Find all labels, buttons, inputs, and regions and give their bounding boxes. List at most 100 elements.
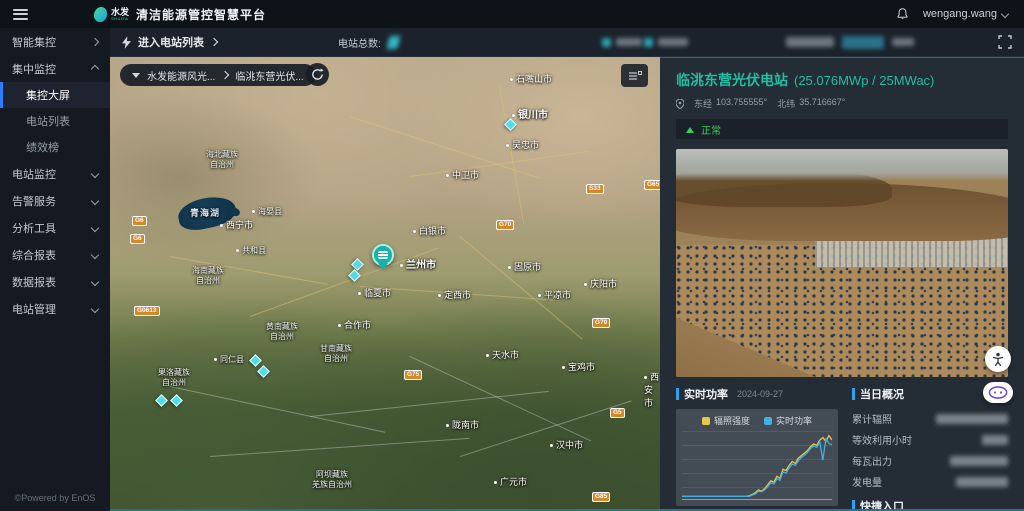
- notification-bell-icon[interactable]: [896, 7, 909, 21]
- logo-subtext: SHUIFA: [111, 17, 129, 21]
- stat-row: 每瓦出力: [852, 450, 1008, 471]
- brand-logo: 水发 SHUIFA: [94, 7, 129, 22]
- hamburger-menu-icon[interactable]: [13, 9, 28, 20]
- sidebar-item-control-dashboard[interactable]: 集控大屏: [0, 82, 110, 108]
- chevron-down-icon: [91, 169, 99, 177]
- station-marker-icon[interactable]: [257, 365, 270, 378]
- stat-value-blurred: [936, 414, 1008, 424]
- sidebar-item-label: 集中监控: [12, 61, 56, 77]
- station-pin-icon: [378, 251, 388, 259]
- top-toolbar: 进入电站列表 电站总数:: [110, 28, 1024, 57]
- map-label: 白银市: [413, 224, 446, 237]
- app-title: 清洁能源管控智慧平台: [136, 6, 266, 23]
- station-coordinates: 东经 103.755555° 北纬 35.716667°: [676, 97, 1008, 110]
- highway-shield: G6: [132, 216, 147, 226]
- map-label: 同仁县: [214, 354, 244, 365]
- sidebar-item-station-management[interactable]: 电站管理: [0, 295, 110, 322]
- station-marker-icon[interactable]: [249, 354, 262, 367]
- sidebar-item-comprehensive-reports[interactable]: 综合报表: [0, 241, 110, 268]
- legend-chip-irradiance: [702, 417, 710, 425]
- sidebar-item-label: 数据报表: [12, 274, 56, 290]
- map-label: 海北藏族 自治州: [206, 150, 238, 171]
- sidebar-item-performance-board[interactable]: 绩效榜: [0, 134, 110, 160]
- sidebar-item-station-monitoring[interactable]: 电站监控: [0, 160, 110, 187]
- stat-label: 等效利用小时: [852, 432, 912, 447]
- stat-value-blurred: [982, 435, 1008, 445]
- map-label: 西宁市: [220, 218, 253, 231]
- station-total-label: 电站总数:: [338, 35, 381, 50]
- sidebar-item-label: 智能集控: [12, 34, 56, 50]
- status-label: 正常: [701, 122, 721, 137]
- stat-label: 累计辐照: [852, 411, 892, 426]
- accessibility-service-button[interactable]: [985, 346, 1011, 372]
- map-label: 兰州市: [400, 256, 436, 271]
- map-label: 吴忠市: [506, 138, 539, 151]
- longitude-label: 东经: [694, 97, 712, 110]
- today-overview-title: 当日概况: [860, 386, 904, 402]
- realtime-power-chart[interactable]: 辐照强度 实时功率: [676, 409, 838, 506]
- fullscreen-icon[interactable]: [998, 35, 1012, 49]
- chevron-down-icon: [91, 196, 99, 204]
- selected-station-pin[interactable]: [372, 244, 396, 275]
- main-area: 石嘴山市银川市吴忠市中卫市白银市兰州市临夏市定西市合作市固原市平凉市庆阳市西宁市…: [110, 56, 1024, 511]
- sidebar-item-station-list[interactable]: 电站列表: [0, 108, 110, 134]
- sidebar-item-smart-control[interactable]: 智能集控: [0, 28, 110, 55]
- station-capacity: (25.076MWp / 25MWac): [794, 73, 934, 88]
- logo-leaf-icon: [94, 7, 107, 22]
- stat-value-blurred: [950, 456, 1008, 466]
- station-photo: [676, 149, 1008, 377]
- chart-legend: 辐照强度 实时功率: [676, 414, 838, 427]
- sidebar-item-central-monitoring[interactable]: 集中监控: [0, 55, 110, 82]
- map-layers-button[interactable]: [621, 64, 648, 87]
- highway-shield: G85: [592, 492, 610, 502]
- map-label: 陇南市: [446, 418, 479, 431]
- map-label: 西安市: [644, 370, 660, 409]
- stat-value-blurred: [956, 477, 1008, 487]
- map-label: 共和县: [236, 245, 266, 256]
- sidebar-item-label: 电站管理: [12, 301, 56, 317]
- sidebar-item-label: 集控大屏: [26, 87, 70, 103]
- status-triangle-icon: [686, 123, 694, 133]
- station-total-value-blurred: [386, 36, 400, 49]
- station-marker-icon[interactable]: [170, 394, 183, 407]
- dropdown-triangle-icon: [132, 73, 140, 82]
- stat-row: 发电量: [852, 471, 1008, 492]
- map-label: 中卫市: [446, 168, 479, 181]
- stat-label: 每瓦出力: [852, 453, 892, 468]
- map-label: 甘南藏族 自治州: [320, 344, 352, 365]
- realtime-power-title: 实时功率: [684, 386, 728, 402]
- map-label: 宝鸡市: [562, 360, 595, 373]
- satellite-map[interactable]: 石嘴山市银川市吴忠市中卫市白银市兰州市临夏市定西市合作市固原市平凉市庆阳市西宁市…: [110, 56, 660, 511]
- map-refresh-button[interactable]: [306, 63, 329, 86]
- map-label: 果洛藏族 自治州: [158, 368, 190, 389]
- map-label: 阿坝藏族 羌族自治州: [312, 470, 352, 491]
- map-label: 定西市: [438, 288, 471, 301]
- sidebar-item-alarm-service[interactable]: 告警服务: [0, 187, 110, 214]
- legend-power[interactable]: 实时功率: [764, 414, 812, 427]
- app-window: 水发 SHUIFA 清洁能源管控智慧平台 wengang.wang 智能集控 集…: [0, 0, 1024, 511]
- sidebar-item-data-reports[interactable]: 数据报表: [0, 268, 110, 295]
- lightning-icon: [122, 36, 131, 49]
- chevron-down-icon: [91, 223, 99, 231]
- robot-face-icon: [988, 386, 1008, 399]
- station-marker-icon[interactable]: [155, 394, 168, 407]
- map-label: 天水市: [486, 348, 519, 361]
- sidebar-item-analysis-tools[interactable]: 分析工具: [0, 214, 110, 241]
- legend-chip-power: [764, 417, 772, 425]
- enter-station-list-button[interactable]: 进入电站列表: [122, 34, 217, 50]
- map-label: 海晏县: [252, 206, 282, 217]
- sidebar-nav: 智能集控 集中监控 集控大屏 电站列表 绩效榜 电站监控 告警服务 分析工具: [0, 28, 110, 511]
- chat-assistant-button[interactable]: [983, 382, 1013, 403]
- top-header: 水发 SHUIFA 清洁能源管控智慧平台 wengang.wang: [0, 0, 1024, 28]
- latitude-label: 北纬: [777, 97, 795, 110]
- map-label: 固原市: [508, 260, 541, 273]
- person-icon: [991, 352, 1005, 366]
- highway-shield: G0613: [134, 306, 160, 316]
- map-breadcrumb[interactable]: 水发能源风光... 临洮东营光伏...: [120, 64, 316, 86]
- highway-shield: G5: [610, 408, 625, 418]
- legend-irradiance[interactable]: 辐照强度: [702, 414, 750, 427]
- sidebar-item-label: 电站列表: [26, 113, 70, 129]
- map-label: 黄南藏族 自治州: [266, 322, 298, 343]
- user-menu[interactable]: wengang.wang: [923, 8, 1008, 20]
- map-label: 合作市: [338, 318, 371, 331]
